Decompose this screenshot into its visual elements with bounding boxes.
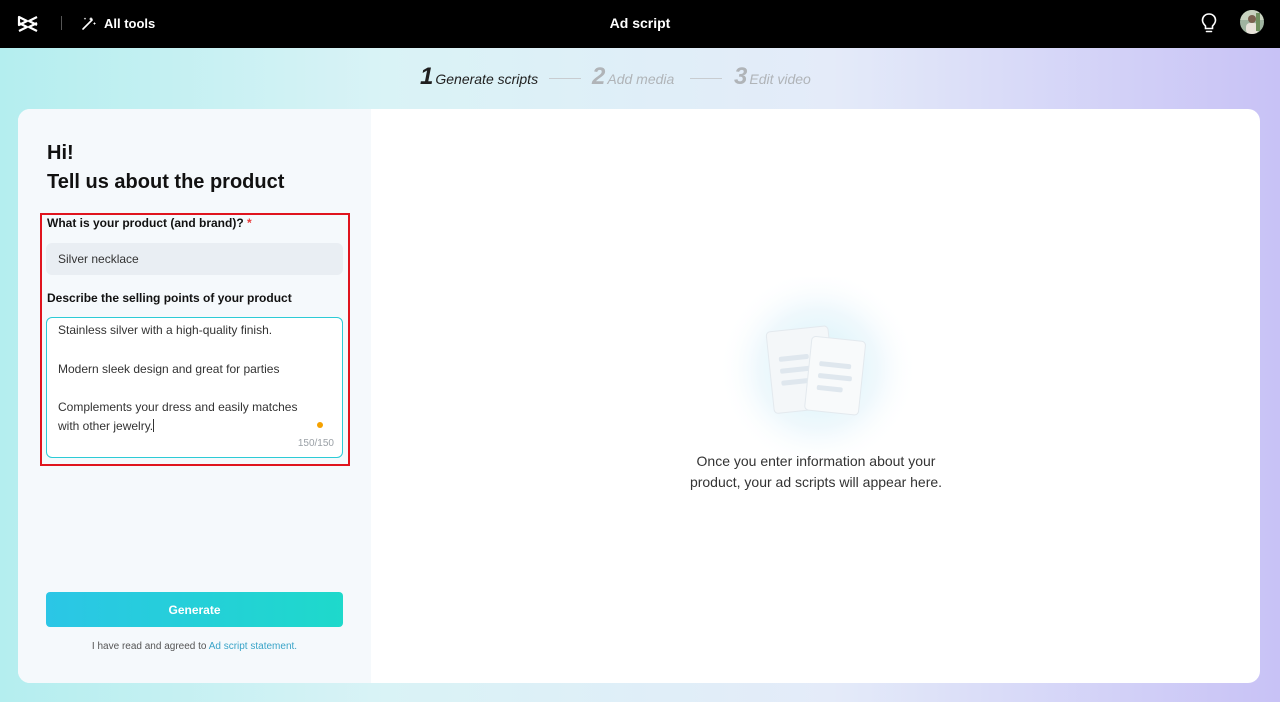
avatar[interactable]: [1240, 10, 1264, 34]
step-label: Add media: [607, 71, 675, 87]
form-title: Tell us about the product: [47, 171, 285, 193]
step-label: Edit video: [749, 71, 811, 87]
product-form-panel: Hi! Tell us about the product What is yo…: [18, 109, 371, 683]
step-edit-video[interactable]: 3 Edit video: [734, 63, 811, 91]
lightbulb-icon[interactable]: [1199, 11, 1219, 35]
character-counter: 150/150: [297, 438, 334, 449]
main-card: Hi! Tell us about the product What is yo…: [18, 109, 1260, 683]
selling-point-line: Complements your dress and easily matche…: [58, 400, 298, 414]
top-bar: All tools Ad script: [0, 0, 1280, 48]
required-mark: *: [247, 216, 252, 230]
step-number: 2: [592, 63, 606, 90]
document-illustration: [718, 277, 918, 469]
generate-button[interactable]: Generate: [46, 592, 343, 627]
selling-point-line: Stainless silver with a high-quality fin…: [58, 323, 273, 337]
step-number: 3: [734, 63, 748, 90]
greeting: Hi!: [47, 142, 74, 164]
selling-point-line: with other jewelry.: [58, 419, 154, 433]
product-label: What is your product (and brand)? *: [47, 216, 252, 230]
selling-points-label: Describe the selling points of your prod…: [47, 291, 292, 305]
empty-state-message: Once you enter information about your pr…: [676, 451, 956, 493]
step-generate-scripts[interactable]: 1 Generate scripts: [420, 63, 538, 91]
page-title: Ad script: [609, 15, 671, 31]
step-connector: [690, 78, 722, 79]
selling-point-line: Modern sleek design and great for partie…: [58, 362, 280, 376]
step-connector: [549, 78, 581, 79]
product-input[interactable]: [46, 243, 343, 275]
step-number: 1: [420, 63, 434, 90]
form-heading: Hi! Tell us about the product: [47, 139, 284, 197]
empty-state-line: product, your ad scripts will appear her…: [689, 474, 943, 490]
progress-steps: 1 Generate scripts 2 Add media 3 Edit vi…: [0, 63, 1280, 93]
agreement-prefix: I have read and agreed to: [91, 641, 209, 652]
empty-state-line: Once you enter information about your: [696, 453, 936, 469]
step-label: Generate scripts: [435, 71, 539, 87]
step-add-media[interactable]: 2 Add media: [592, 63, 674, 91]
ad-script-statement-link[interactable]: Ad script statement.: [209, 641, 297, 652]
text-caret: [153, 419, 155, 432]
agreement-text: I have read and agreed to Ad script stat…: [18, 641, 371, 652]
product-label-text: What is your product (and brand)?: [47, 216, 244, 230]
selling-points-textarea[interactable]: Stainless silver with a high-quality fin…: [46, 317, 343, 458]
status-dot: [317, 422, 323, 428]
